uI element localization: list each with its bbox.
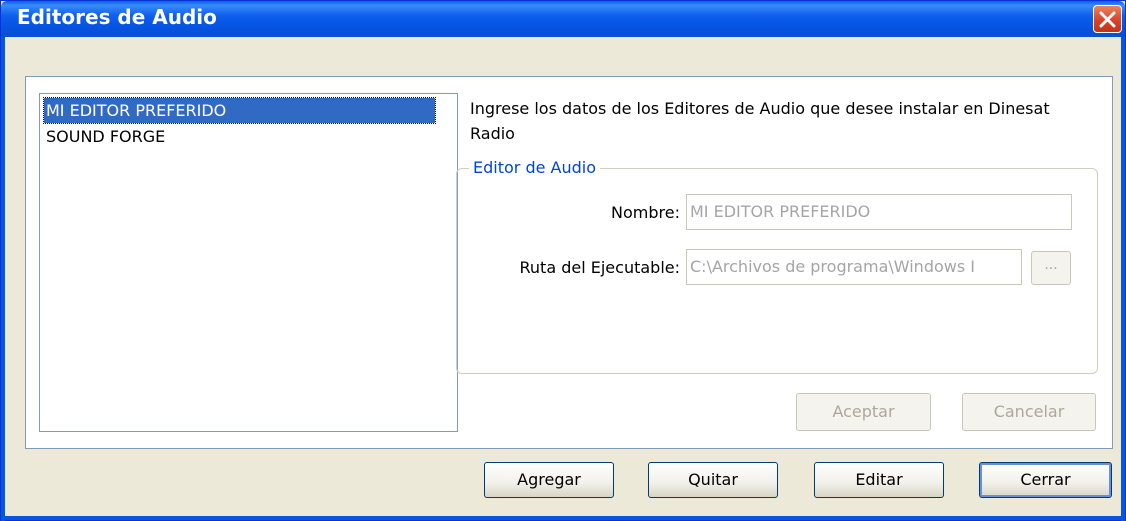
close-button[interactable] [1093, 5, 1122, 33]
add-button[interactable]: Agregar [484, 462, 614, 498]
close-icon [1099, 11, 1116, 28]
groupbox-title: Editor de Audio [469, 157, 600, 179]
list-item[interactable]: MI EDITOR PREFERIDO [43, 97, 436, 124]
name-label: Nombre: [611, 203, 680, 222]
editor-list[interactable]: MI EDITOR PREFERIDO SOUND FORGE [39, 93, 458, 432]
path-field[interactable]: C:\Archivos de programa\Windows I [686, 249, 1022, 285]
title-bar[interactable]: Editores de Audio [1, 1, 1125, 37]
name-field[interactable]: MI EDITOR PREFERIDO [686, 194, 1072, 230]
accept-button[interactable]: Aceptar [796, 393, 931, 431]
window-title: Editores de Audio [17, 5, 217, 29]
path-label: Ruta del Ejecutable: [519, 258, 680, 277]
close-dialog-button[interactable]: Cerrar [979, 462, 1112, 498]
instructions-text: Ingrese los datos de los Editores de Aud… [470, 99, 1050, 143]
window-frame-bottom [1, 516, 1125, 520]
browse-button[interactable]: ... [1031, 251, 1071, 285]
window-frame-left [1, 37, 5, 521]
list-item[interactable]: SOUND FORGE [44, 124, 435, 149]
cancel-button[interactable]: Cancelar [962, 393, 1096, 431]
edit-button[interactable]: Editar [814, 462, 944, 498]
window-frame-right [1121, 37, 1125, 521]
remove-button[interactable]: Quitar [648, 462, 778, 498]
